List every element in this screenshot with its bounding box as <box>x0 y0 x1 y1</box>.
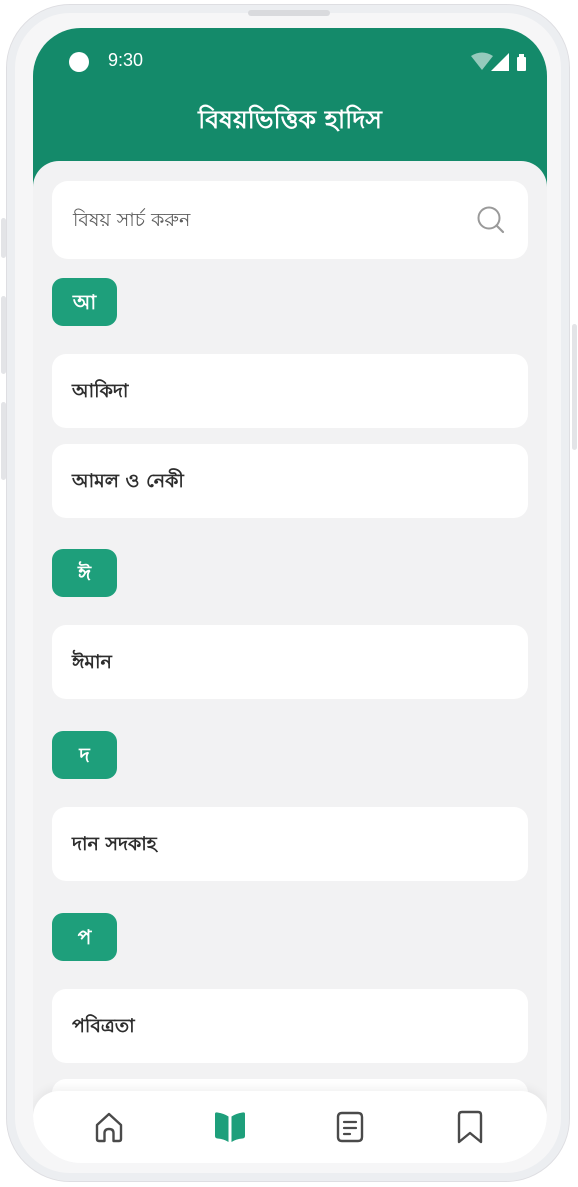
signal-icon <box>491 53 509 71</box>
search-box[interactable]: বিষয় সার্চ করুন <box>52 181 528 259</box>
status-time: 9:30 <box>108 50 144 70</box>
camera-dot <box>69 52 89 72</box>
page-title: বিষয়ভিত্তিক হাদিস <box>198 105 382 134</box>
nav-home-button[interactable] <box>89 1107 129 1147</box>
status-icons <box>471 52 531 72</box>
phone-side-button <box>1 218 6 258</box>
search-icon[interactable] <box>476 205 506 235</box>
topic-item[interactable]: পবিত্রতা <box>52 989 528 1063</box>
topic-list-container: বিষয় সার্চ করুন আ আকিদা আমল ও নেকী ঈ ঈম… <box>33 161 547 1163</box>
topic-item[interactable]: ঈমান <box>52 625 528 699</box>
bottom-navigation <box>33 1091 547 1163</box>
bookmark-icon <box>457 1110 483 1144</box>
topic-item[interactable]: আমল ও নেকী <box>52 444 528 518</box>
search-input[interactable]: বিষয় সার্চ করুন <box>73 206 190 238</box>
wifi-icon <box>471 52 493 70</box>
phone-side-button <box>1 296 6 374</box>
status-bar: 9:30 <box>33 28 547 88</box>
topic-item[interactable]: আকিদা <box>52 354 528 428</box>
nav-reading-button[interactable] <box>330 1107 370 1147</box>
app-screen: 9:30 বিষয়ভিত্তিক হাদিস বিষয় সার্চ করুন <box>33 28 547 1163</box>
home-icon <box>95 1112 123 1143</box>
nav-topics-button[interactable] <box>210 1107 250 1147</box>
phone-side-button <box>572 324 577 450</box>
section-letter-badge: ঈ <box>52 549 117 597</box>
section-letter-badge: আ <box>52 278 117 326</box>
section-letter-badge: দ <box>52 731 117 779</box>
topic-item[interactable]: দান সদকাহ <box>52 807 528 881</box>
phone-speaker <box>248 10 330 16</box>
phone-side-button <box>1 402 6 480</box>
battery-icon <box>517 54 526 71</box>
nav-bookmark-button[interactable] <box>450 1107 490 1147</box>
section-letter-badge: প <box>52 913 117 961</box>
book-open-icon <box>215 1112 245 1142</box>
document-icon <box>336 1111 364 1143</box>
